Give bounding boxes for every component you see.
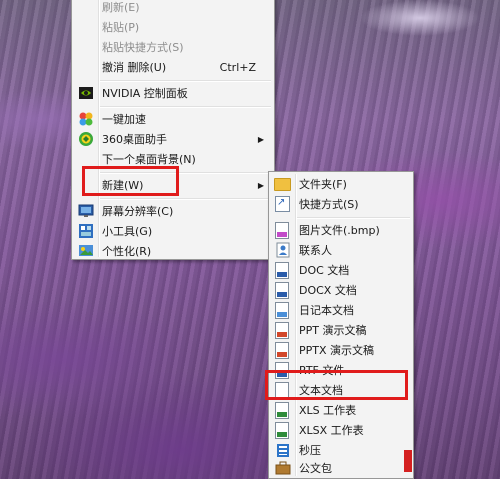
- new-doc-item[interactable]: DOC 文档: [271, 260, 411, 280]
- new-xls-item[interactable]: XLS 工作表: [271, 400, 411, 420]
- new-folder-item[interactable]: 文件夹(F): [271, 174, 411, 194]
- new-shortcut-item[interactable]: 快捷方式(S): [271, 194, 411, 214]
- doc-file-icon: [275, 262, 289, 279]
- new-contact-item[interactable]: 联系人: [271, 240, 411, 260]
- new-pptx-item[interactable]: PPTX 演示文稿: [271, 340, 411, 360]
- screen-resolution-icon: [78, 203, 94, 219]
- nvidia-icon: [78, 85, 94, 101]
- docx-file-icon: [275, 282, 289, 299]
- contact-icon: [275, 242, 291, 258]
- submenu-arrow-icon: ▶: [257, 134, 264, 144]
- menu-separator: [100, 198, 271, 200]
- menu-item-nvidia[interactable]: NVIDIA 控制面板: [74, 83, 272, 103]
- menu-separator: [297, 217, 410, 219]
- journal-file-icon: [275, 302, 289, 319]
- new-briefcase-item[interactable]: 公文包: [271, 458, 411, 478]
- 360-desktop-icon: [78, 131, 94, 147]
- new-journal-item[interactable]: 日记本文档: [271, 300, 411, 320]
- undo-shortcut: Ctrl+Z: [219, 60, 256, 74]
- new-docx-item[interactable]: DOCX 文档: [271, 280, 411, 300]
- menu-separator: [100, 80, 271, 82]
- submenu-arrow-icon: ▶: [257, 180, 264, 190]
- menu-item-accelerate[interactable]: 一键加速: [74, 109, 272, 129]
- compress-icon: [275, 442, 291, 458]
- menu-item-undo-delete[interactable]: 撤消 删除(U) Ctrl+Z: [74, 57, 272, 77]
- bmp-file-icon: [275, 222, 289, 239]
- shortcut-icon: [275, 196, 290, 212]
- desktop-context-menu: 刷新(E) 粘贴(P) 粘贴快捷方式(S) 撤消 删除(U) Ctrl+Z NV…: [71, 0, 275, 260]
- text-document-highlight: [265, 370, 408, 400]
- menu-item-gadgets[interactable]: 小工具(G): [74, 221, 272, 241]
- gadgets-icon: [78, 223, 94, 239]
- xls-file-icon: [275, 402, 289, 419]
- menu-item-screen-resolution[interactable]: 屏幕分辨率(C): [74, 201, 272, 221]
- folder-icon: [274, 178, 291, 191]
- menu-item-paste-shortcut[interactable]: 粘贴快捷方式(S): [74, 37, 272, 57]
- briefcase-icon: [275, 460, 291, 476]
- menu-item-refresh[interactable]: 刷新(E): [74, 0, 272, 17]
- accelerate-icon: [78, 111, 94, 127]
- cursor-mark: [404, 450, 412, 472]
- new-xlsx-item[interactable]: XLSX 工作表: [271, 420, 411, 440]
- personalize-icon: [78, 243, 94, 259]
- ppt-file-icon: [275, 322, 289, 339]
- xlsx-file-icon: [275, 422, 289, 439]
- menu-item-paste[interactable]: 粘贴(P): [74, 17, 272, 37]
- new-ppt-item[interactable]: PPT 演示文稿: [271, 320, 411, 340]
- new-submenu: 文件夹(F) 快捷方式(S) 图片文件(.bmp) 联系人 DOC 文档 DOC…: [268, 171, 414, 479]
- new-compress-item[interactable]: 秒压: [271, 440, 411, 460]
- new-item-highlight: [82, 166, 179, 196]
- menu-item-360-desktop[interactable]: 360桌面助手 ▶: [74, 129, 272, 149]
- menu-separator: [100, 106, 271, 108]
- new-bmp-item[interactable]: 图片文件(.bmp): [271, 220, 411, 240]
- menu-item-personalize[interactable]: 个性化(R): [74, 241, 272, 261]
- pptx-file-icon: [275, 342, 289, 359]
